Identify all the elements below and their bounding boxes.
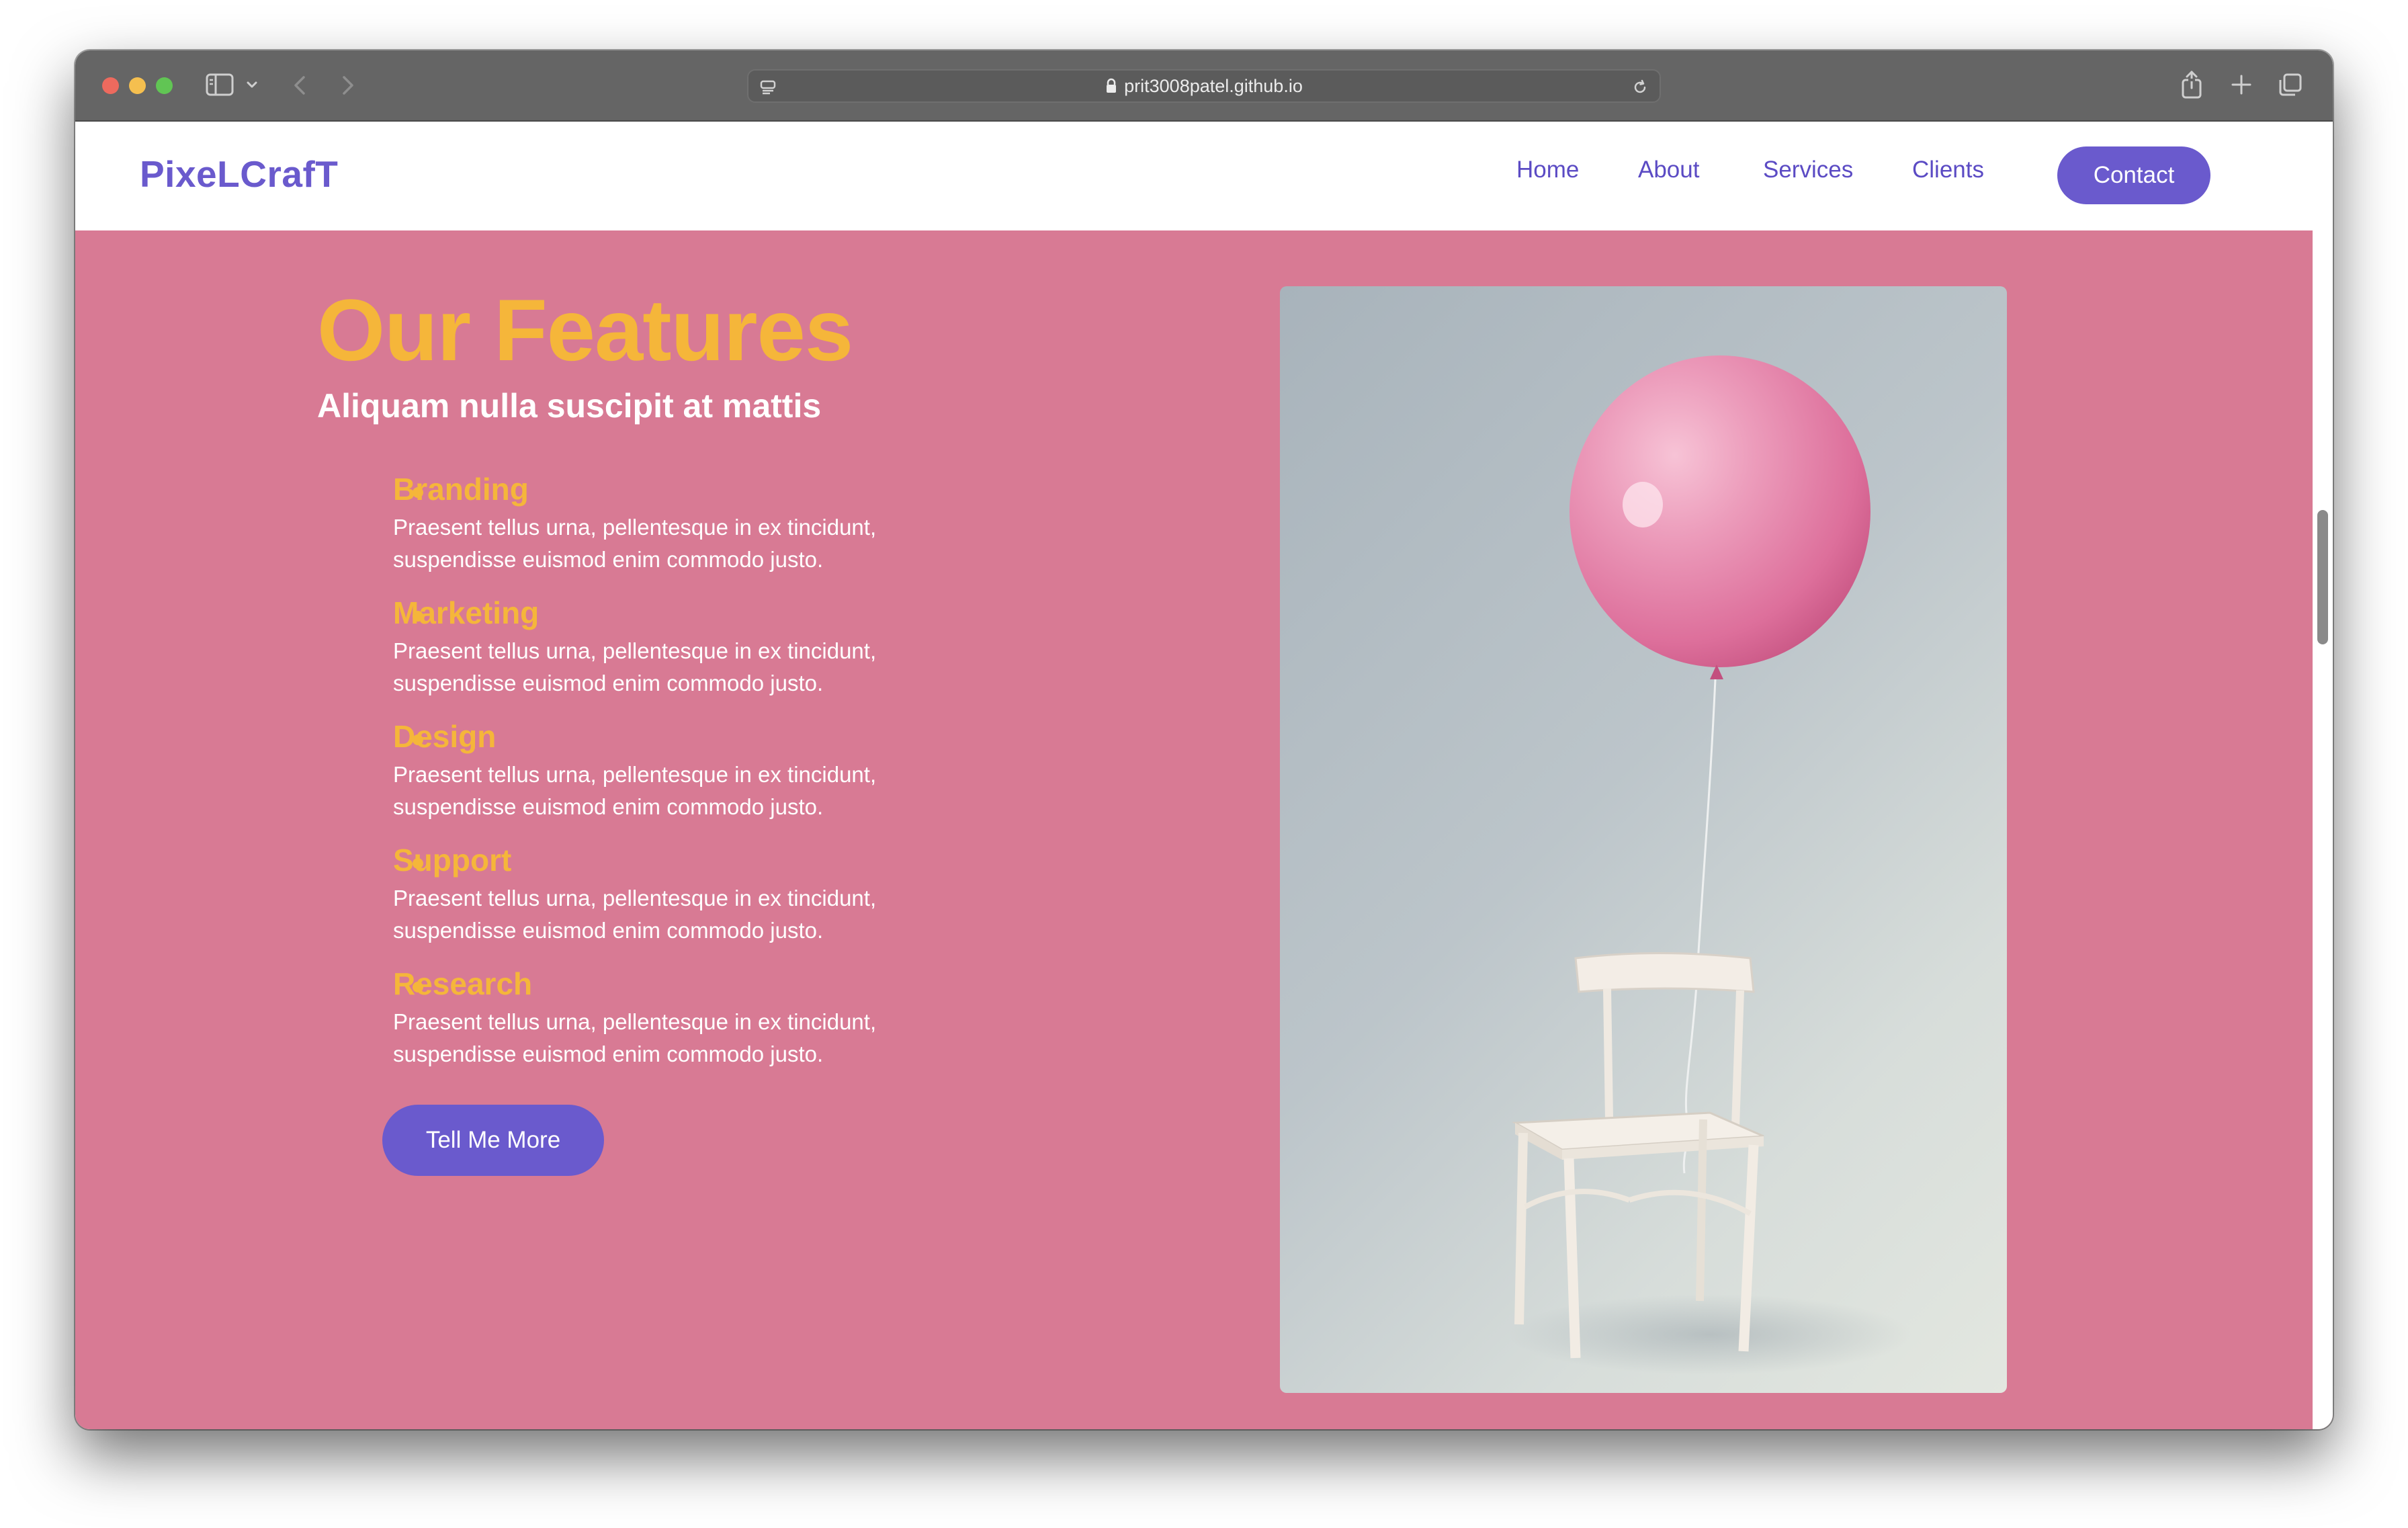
feature-description-line: suspendisse euismod enim commodo justo. <box>393 794 824 819</box>
forward-arrow-icon[interactable] <box>336 72 359 99</box>
balloon-chair-photo <box>1280 286 2007 1393</box>
feature-description: Praesent tellus urna, pellentesque in ex… <box>393 882 998 947</box>
feature-description: Praesent tellus urna, pellentesque in ex… <box>393 635 998 699</box>
feature-title: Marketing <box>393 595 540 630</box>
feature-description-line: suspendisse euismod enim commodo justo. <box>393 671 824 695</box>
features-subtitle: Aliquam nulla suscipit at mattis <box>317 387 822 425</box>
browser-window: prit3008patel.github.io PixeLCrafT Home … <box>75 50 2333 1429</box>
feature-description-line: Praesent tellus urna, pellentesque in ex… <box>393 638 877 663</box>
nav-link-about[interactable]: About <box>1638 157 1699 183</box>
site-header: PixeLCrafT Home About Services Clients C… <box>75 122 2313 230</box>
page-scrollbar[interactable] <box>2313 122 2333 1429</box>
page-viewport: PixeLCrafT Home About Services Clients C… <box>75 122 2333 1429</box>
browser-toolbar: prit3008patel.github.io <box>75 50 2333 122</box>
lock-icon <box>1105 78 1117 94</box>
feature-description: Praesent tellus urna, pellentesque in ex… <box>393 759 998 823</box>
chevron-down-icon[interactable] <box>245 76 259 93</box>
feature-description: Praesent tellus urna, pellentesque in ex… <box>393 511 998 576</box>
scrollbar-thumb[interactable] <box>2317 510 2328 644</box>
feature-title: Support <box>393 843 512 878</box>
url-text: prit3008patel.github.io <box>1124 75 1303 96</box>
reload-icon[interactable] <box>1630 77 1650 97</box>
address-bar[interactable]: prit3008patel.github.io <box>747 69 1661 103</box>
feature-description-line: Praesent tellus urna, pellentesque in ex… <box>393 886 877 910</box>
feature-description: Praesent tellus urna, pellentesque in ex… <box>393 1006 998 1070</box>
feature-description-line: Praesent tellus urna, pellentesque in ex… <box>393 515 877 540</box>
features-title: Our Features <box>317 281 853 379</box>
nav-link-home[interactable]: Home <box>1516 157 1579 183</box>
url-display[interactable]: prit3008patel.github.io <box>748 71 1660 101</box>
feature-description-line: Praesent tellus urna, pellentesque in ex… <box>393 762 877 787</box>
back-arrow-icon[interactable] <box>289 72 312 99</box>
new-tab-icon[interactable] <box>2228 71 2255 99</box>
close-window-button[interactable] <box>102 77 119 94</box>
tab-overview-icon[interactable] <box>2276 71 2305 99</box>
zoom-window-button[interactable] <box>156 77 173 94</box>
contact-button[interactable]: Contact <box>2057 146 2210 204</box>
feature-description-line: suspendisse euismod enim commodo justo. <box>393 1042 824 1066</box>
minimize-window-button[interactable] <box>129 77 146 94</box>
feature-title: Branding <box>393 472 529 507</box>
nav-link-services[interactable]: Services <box>1763 157 1853 183</box>
tell-me-more-button[interactable]: Tell Me More <box>382 1105 604 1176</box>
feature-title: Research <box>393 966 533 1001</box>
feature-description-line: Praesent tellus urna, pellentesque in ex… <box>393 1009 877 1034</box>
feature-title: Design <box>393 719 497 754</box>
share-icon[interactable] <box>2178 69 2205 100</box>
feature-description-line: suspendisse euismod enim commodo justo. <box>393 918 824 943</box>
site-logo[interactable]: PixeLCrafT <box>140 153 338 196</box>
feature-description-line: suspendisse euismod enim commodo justo. <box>393 547 824 572</box>
nav-link-clients[interactable]: Clients <box>1912 157 1984 183</box>
sidebar-icon[interactable] <box>206 73 234 96</box>
